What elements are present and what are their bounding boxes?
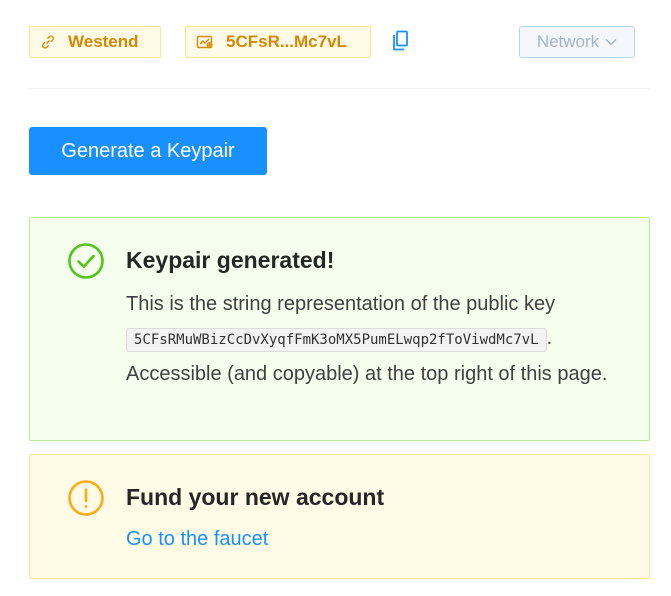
- header-bar: Westend 5CFsR...Mc7vL Network: [29, 26, 635, 58]
- network-tag-label: Westend: [68, 32, 139, 51]
- generate-keypair-button[interactable]: Generate a Keypair: [29, 127, 267, 175]
- success-title: Keypair generated!: [126, 247, 335, 273]
- public-key-code: 5CFsRMuWBizCcDvXyqfFmK3oMX5PumELwqp2fToV…: [126, 328, 547, 352]
- success-text-before: This is the string representation of the…: [126, 293, 556, 315]
- wallet-icon: [196, 34, 214, 50]
- fund-account-alert: Fund your new account Go to the faucet: [29, 454, 650, 579]
- exclamation-circle-icon: [67, 479, 105, 517]
- network-select[interactable]: Network: [519, 26, 635, 58]
- keypair-success-alert: Keypair generated! This is the string re…: [29, 217, 650, 441]
- link-icon: [40, 34, 56, 50]
- header-divider: [29, 88, 650, 89]
- success-description: This is the string representation of the…: [126, 287, 631, 391]
- network-select-label: Network: [536, 32, 600, 51]
- address-tag: 5CFsR...Mc7vL: [185, 26, 371, 58]
- check-circle-icon: [67, 242, 105, 280]
- warning-description: Go to the faucet: [126, 522, 631, 556]
- copy-icon[interactable]: [390, 29, 410, 53]
- warning-title: Fund your new account: [126, 484, 385, 510]
- address-tag-label: 5CFsR...Mc7vL: [226, 32, 347, 51]
- network-tag: Westend: [29, 26, 161, 58]
- chevron-down-icon: [605, 38, 617, 46]
- faucet-link[interactable]: Go to the faucet: [126, 528, 268, 550]
